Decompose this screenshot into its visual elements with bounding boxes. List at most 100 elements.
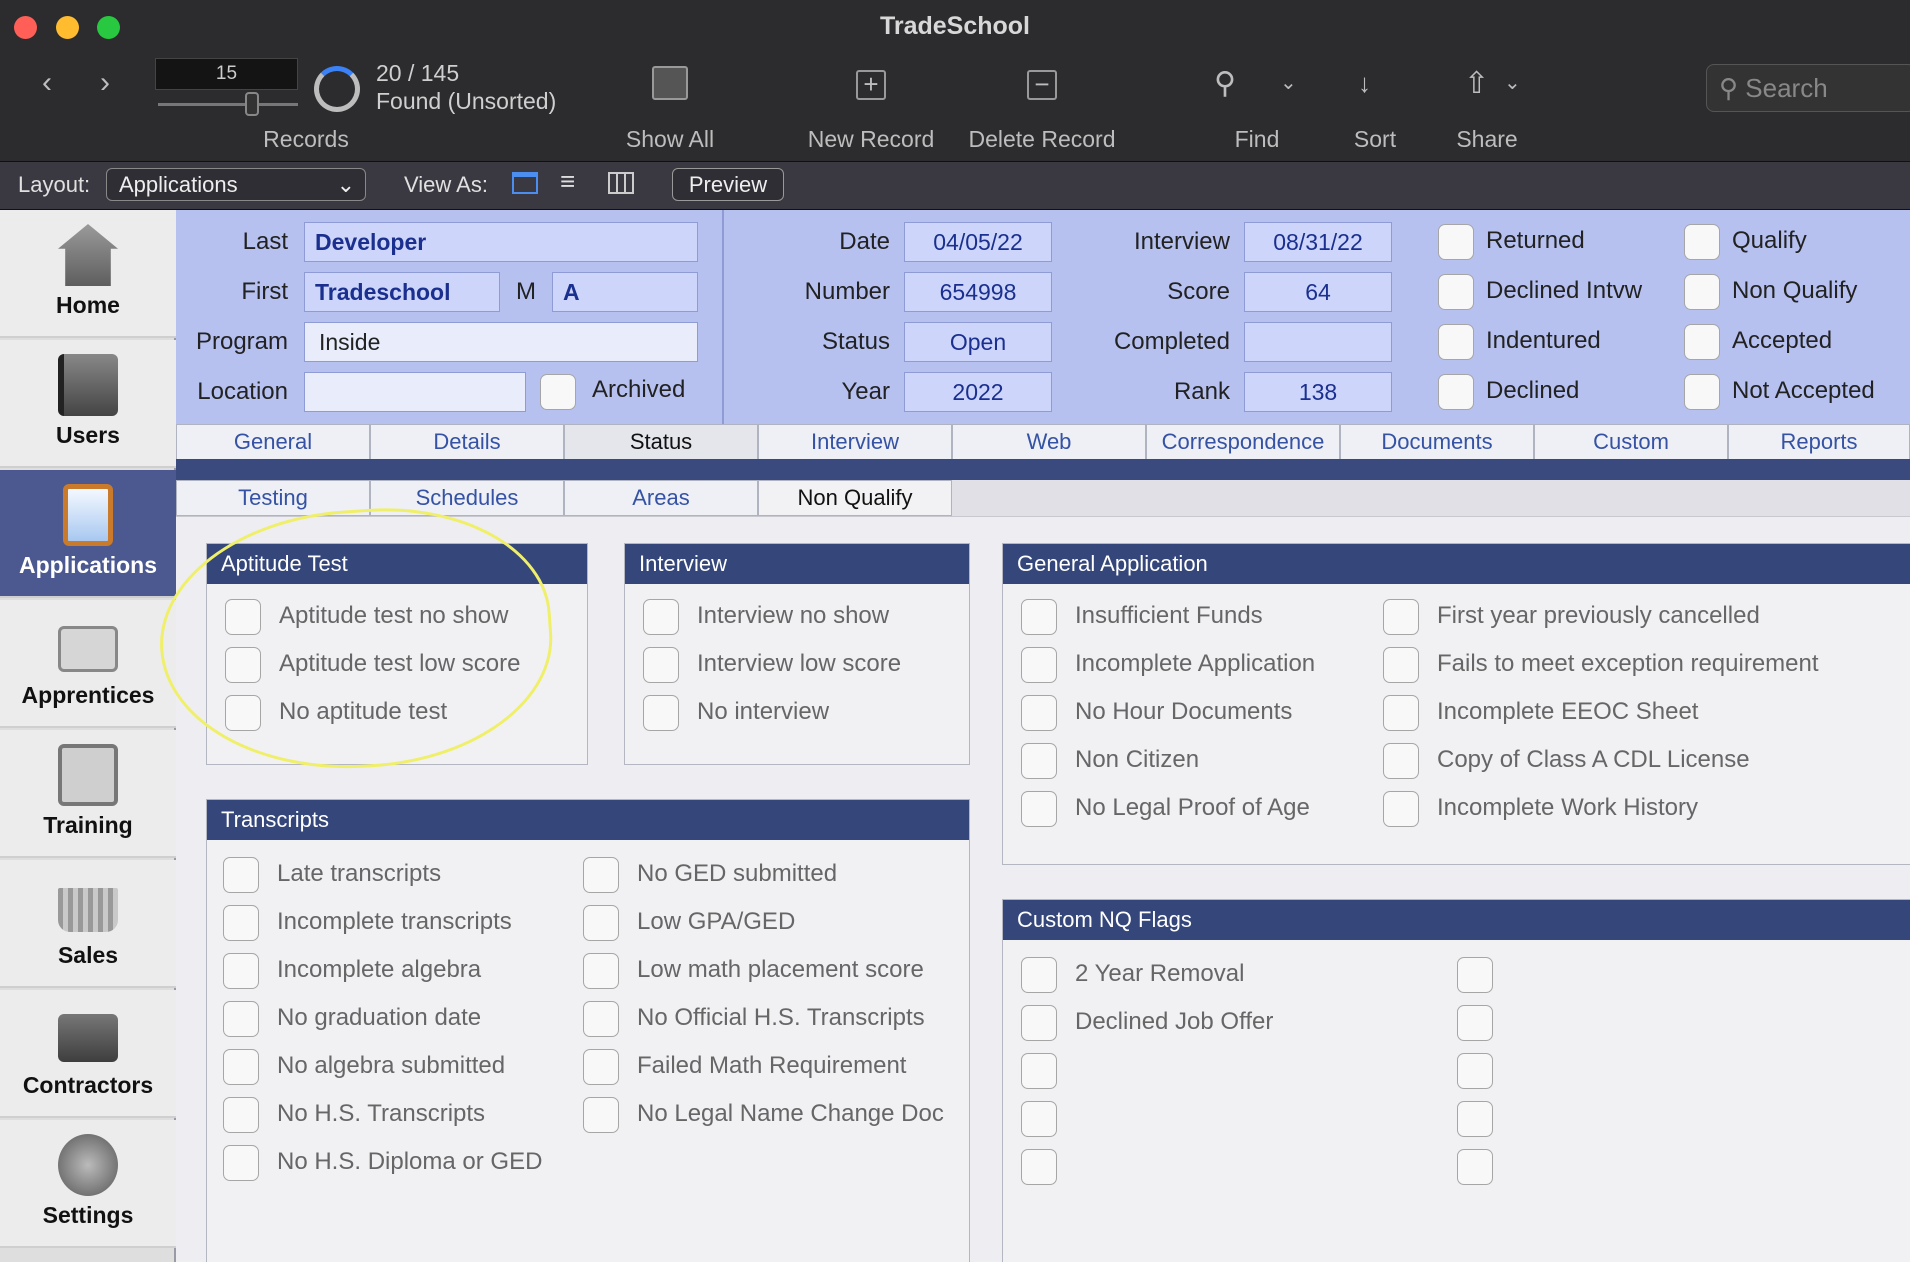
next-record-icon[interactable]: ›	[100, 66, 110, 100]
no-hour-documents-checkbox[interactable]	[1021, 695, 1057, 731]
tab-interview[interactable]: Interview	[758, 424, 952, 460]
no-official-transcripts-checkbox[interactable]	[583, 1001, 619, 1037]
tab-web[interactable]: Web	[952, 424, 1146, 460]
tab-status[interactable]: Status	[564, 424, 758, 460]
no-algebra-submitted-checkbox[interactable]	[223, 1049, 259, 1085]
sidebar-item-settings[interactable]: Settings	[0, 1120, 176, 1248]
interview-low-score-checkbox[interactable]	[643, 647, 679, 683]
custom-flag-checkbox[interactable]	[1457, 1149, 1493, 1185]
tab-general[interactable]: General	[176, 424, 370, 460]
previous-record-icon[interactable]: ‹	[42, 66, 52, 100]
accepted-checkbox[interactable]	[1684, 324, 1720, 360]
show-all-button[interactable]: Show All	[608, 126, 732, 153]
date-field[interactable]: 04/05/22	[904, 222, 1052, 262]
sidebar-item-home[interactable]: Home	[0, 210, 176, 338]
sort-button[interactable]: Sort	[1350, 126, 1400, 153]
share-menu-chevron-icon[interactable]: ⌄	[1504, 70, 1521, 95]
sidebar-item-sales[interactable]: Sales	[0, 860, 176, 988]
incomplete-eeoc-checkbox[interactable]	[1383, 695, 1419, 731]
score-field[interactable]: 64	[1244, 272, 1392, 312]
show-all-icon[interactable]	[652, 66, 688, 100]
location-field[interactable]	[304, 372, 526, 412]
tab-custom[interactable]: Custom	[1534, 424, 1728, 460]
delete-record-icon[interactable]: −	[1027, 70, 1057, 100]
returned-checkbox[interactable]	[1438, 224, 1474, 260]
non-citizen-checkbox[interactable]	[1021, 743, 1057, 779]
incomplete-application-checkbox[interactable]	[1021, 647, 1057, 683]
low-math-score-checkbox[interactable]	[583, 953, 619, 989]
rank-field[interactable]: 138	[1244, 372, 1392, 412]
custom-flag-checkbox[interactable]	[1457, 1101, 1493, 1137]
incomplete-algebra-checkbox[interactable]	[223, 953, 259, 989]
find-menu-chevron-icon[interactable]: ⌄	[1280, 70, 1297, 95]
first-year-cancelled-checkbox[interactable]	[1383, 599, 1419, 635]
new-record-icon[interactable]: +	[856, 70, 886, 100]
sidebar-item-applications[interactable]: Applications	[0, 470, 176, 598]
form-view-icon[interactable]	[512, 172, 538, 194]
status-field[interactable]: Open	[904, 322, 1052, 362]
layout-select[interactable]: Applications ⌄	[106, 168, 366, 201]
tab-documents[interactable]: Documents	[1340, 424, 1534, 460]
no-hs-transcripts-checkbox[interactable]	[223, 1097, 259, 1133]
table-view-icon[interactable]	[608, 172, 634, 194]
custom-flag-checkbox[interactable]	[1021, 1149, 1057, 1185]
custom-flag-checkbox[interactable]	[1021, 957, 1057, 993]
subtab-non-qualify[interactable]: Non Qualify	[758, 480, 952, 516]
middle-initial-field[interactable]: A	[552, 272, 698, 312]
low-gpa-checkbox[interactable]	[583, 905, 619, 941]
record-slider[interactable]	[158, 103, 298, 106]
sidebar-item-contractors[interactable]: Contractors	[0, 990, 176, 1118]
first-name-field[interactable]: Tradeschool	[304, 272, 500, 312]
archived-checkbox[interactable]	[540, 374, 576, 410]
sidebar-item-training[interactable]: Training	[0, 730, 176, 858]
program-field[interactable]: Inside	[304, 322, 698, 362]
last-name-field[interactable]: Developer	[304, 222, 698, 262]
no-graduation-date-checkbox[interactable]	[223, 1001, 259, 1037]
failed-math-checkbox[interactable]	[583, 1049, 619, 1085]
exception-requirement-checkbox[interactable]	[1383, 647, 1419, 683]
no-name-change-doc-checkbox[interactable]	[583, 1097, 619, 1133]
late-transcripts-checkbox[interactable]	[223, 857, 259, 893]
completed-field[interactable]	[1244, 322, 1392, 362]
found-status[interactable]: Found (Unsorted)	[376, 88, 556, 115]
sidebar-item-users[interactable]: Users	[0, 340, 176, 468]
custom-flag-checkbox[interactable]	[1021, 1005, 1057, 1041]
share-icon[interactable]: ⇧	[1464, 66, 1489, 101]
year-field[interactable]: 2022	[904, 372, 1052, 412]
declined-checkbox[interactable]	[1438, 374, 1474, 410]
no-legal-proof-of-age-checkbox[interactable]	[1021, 791, 1057, 827]
custom-flag-checkbox[interactable]	[1457, 1053, 1493, 1089]
custom-flag-checkbox[interactable]	[1457, 1005, 1493, 1041]
delete-record-button[interactable]: Delete Record	[962, 126, 1122, 153]
no-interview-checkbox[interactable]	[643, 695, 679, 731]
custom-flag-checkbox[interactable]	[1457, 957, 1493, 993]
new-record-button[interactable]: New Record	[800, 126, 942, 153]
search-input[interactable]: ⚲ Search	[1706, 64, 1910, 112]
custom-flag-checkbox[interactable]	[1021, 1053, 1057, 1089]
no-hs-diploma-checkbox[interactable]	[223, 1145, 259, 1181]
list-view-icon[interactable]: ≡	[560, 166, 575, 197]
incomplete-transcripts-checkbox[interactable]	[223, 905, 259, 941]
share-button[interactable]: Share	[1452, 126, 1522, 153]
tab-correspondence[interactable]: Correspondence	[1146, 424, 1340, 460]
no-ged-submitted-checkbox[interactable]	[583, 857, 619, 893]
cdl-license-checkbox[interactable]	[1383, 743, 1419, 779]
sort-icon[interactable]: ↓	[1358, 68, 1371, 99]
not-accepted-checkbox[interactable]	[1684, 374, 1720, 410]
preview-button[interactable]: Preview	[672, 168, 784, 201]
sidebar-item-apprentices[interactable]: Apprentices	[0, 600, 176, 728]
incomplete-work-history-checkbox[interactable]	[1383, 791, 1419, 827]
declined-intvw-checkbox[interactable]	[1438, 274, 1474, 310]
interview-no-show-checkbox[interactable]	[643, 599, 679, 635]
number-field[interactable]: 654998	[904, 272, 1052, 312]
insufficient-funds-checkbox[interactable]	[1021, 599, 1057, 635]
tab-reports[interactable]: Reports	[1728, 424, 1910, 460]
find-icon[interactable]: ⚲	[1214, 66, 1236, 101]
subtab-areas[interactable]: Areas	[564, 480, 758, 516]
interview-date-field[interactable]: 08/31/22	[1244, 222, 1392, 262]
find-button[interactable]: Find	[1222, 126, 1292, 153]
tab-details[interactable]: Details	[370, 424, 564, 460]
record-number-input[interactable]: 15	[155, 58, 298, 90]
qualify-checkbox[interactable]	[1684, 224, 1720, 260]
non-qualify-checkbox[interactable]	[1684, 274, 1720, 310]
